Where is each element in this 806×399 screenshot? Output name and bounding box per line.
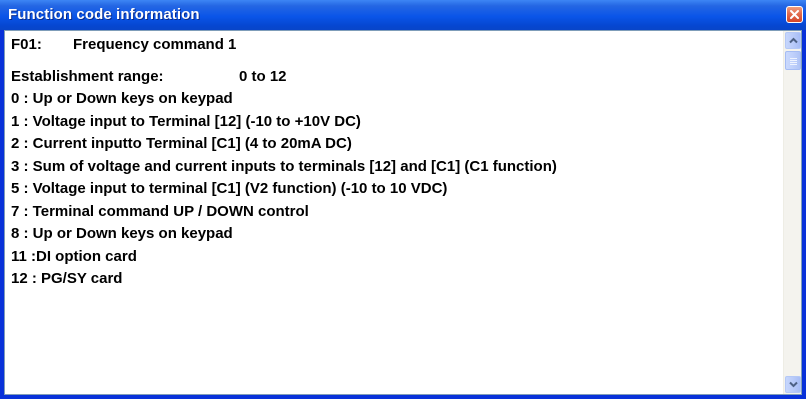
function-code-heading: F01: Frequency command 1 xyxy=(11,34,771,57)
option-line: 1 : Voltage input to Terminal [12] (-10 … xyxy=(11,112,361,130)
option-line: 12 : PG/SY card xyxy=(11,270,123,287)
option-line: 11 :DI option card xyxy=(11,247,137,265)
option-line: 8 : Up or Down keys on keypad xyxy=(11,225,233,242)
option-line: 5 : Voltage input to terminal [C1] (V2 f… xyxy=(11,180,448,197)
range-label: Establishment range: xyxy=(11,67,164,85)
title-bar[interactable]: Function code information xyxy=(0,0,806,30)
function-code-name: Frequency command 1 xyxy=(73,36,237,53)
function-code-window: Function code information F01: Frequency … xyxy=(0,0,806,399)
establishment-range: Establishment range: 0 to 12 xyxy=(11,66,771,89)
info-text-area[interactable]: F01: Frequency command 1 Establishment ra… xyxy=(4,30,802,395)
option-line: 3 : Sum of voltage and current inputs to… xyxy=(11,157,557,175)
chevron-down-icon xyxy=(788,381,798,388)
chevron-up-icon xyxy=(788,37,798,44)
vertical-scrollbar[interactable] xyxy=(783,31,801,394)
close-button[interactable] xyxy=(786,6,803,23)
info-content: F01: Frequency command 1 Establishment ra… xyxy=(11,34,771,291)
function-code-id: F01: xyxy=(11,36,42,53)
range-value: 0 to 12 xyxy=(239,67,287,85)
close-icon xyxy=(790,10,799,19)
scroll-up-button[interactable] xyxy=(785,32,801,49)
scroll-thumb[interactable] xyxy=(785,51,801,70)
window-title: Function code information xyxy=(8,6,200,23)
option-line: 7 : Terminal command UP / DOWN control xyxy=(11,202,309,220)
option-line: 0 : Up or Down keys on keypad xyxy=(11,90,233,107)
scroll-down-button[interactable] xyxy=(785,376,801,393)
option-line: 2 : Current inputto Terminal [C1] (4 to … xyxy=(11,135,352,152)
